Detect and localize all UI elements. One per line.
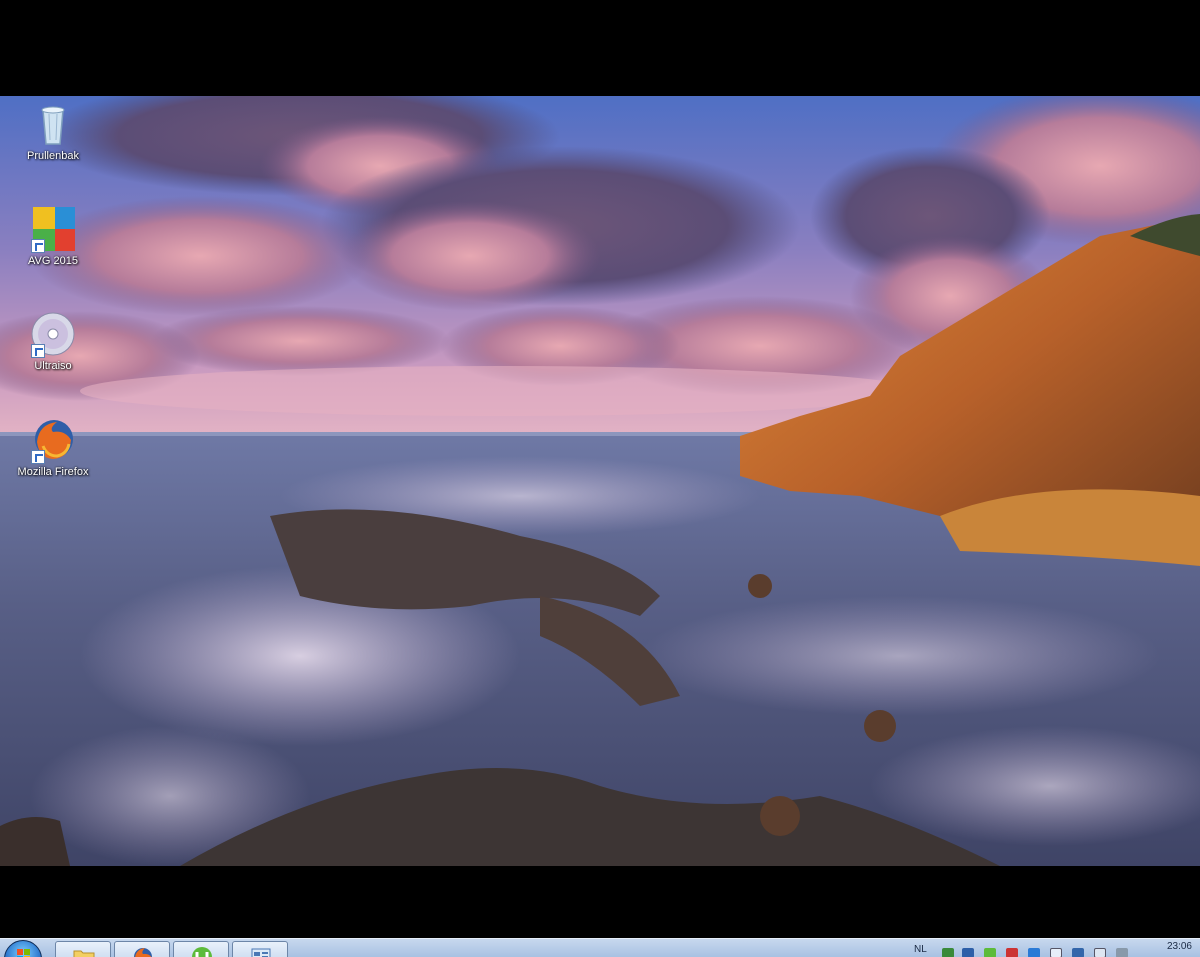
disc-icon — [29, 310, 77, 358]
taskbar-firefox-button[interactable] — [114, 941, 170, 957]
tray-display-icon[interactable] — [1094, 948, 1106, 957]
desktop-icon-ultraiso[interactable]: Ultraiso — [8, 310, 98, 372]
start-button[interactable] — [4, 940, 42, 957]
system-tray: NL 23:06 — [900, 939, 1200, 957]
desktop-icon-recycle-bin[interactable]: Prullenbak — [8, 100, 98, 162]
desktop-wallpaper[interactable] — [0, 96, 1200, 866]
folder-icon — [73, 950, 95, 957]
tray-network-icon[interactable] — [1028, 948, 1040, 957]
desktop-icon-label: Mozilla Firefox — [17, 466, 89, 478]
shortcut-arrow-icon — [31, 344, 45, 358]
wallpaper-image — [0, 96, 1200, 866]
taskbar-control-panel-button[interactable] — [232, 941, 288, 957]
tray-monitor-icon[interactable] — [1072, 948, 1084, 957]
control-panel-icon — [251, 948, 271, 957]
volume-icon[interactable] — [1116, 948, 1128, 957]
desktop-icon-firefox[interactable]: Mozilla Firefox — [8, 416, 98, 478]
letterbox-top — [0, 0, 1200, 96]
taskbar: NL 23:06 — [0, 938, 1200, 957]
recycle-bin-icon — [29, 100, 77, 148]
tray-nvidia-icon[interactable] — [942, 948, 954, 957]
language-indicator[interactable]: NL — [914, 944, 927, 955]
utorrent-icon — [192, 947, 212, 957]
taskbar-utorrent-button[interactable] — [173, 941, 229, 957]
desktop-icon-label: AVG 2015 — [28, 255, 78, 267]
tray-utorrent-icon[interactable] — [984, 948, 996, 957]
shortcut-arrow-icon — [31, 239, 45, 253]
firefox-icon — [134, 948, 152, 957]
desktop-icon-label: Prullenbak — [27, 150, 79, 162]
firefox-icon — [29, 416, 77, 464]
taskbar-explorer-button[interactable] — [55, 941, 111, 957]
tray-app-icon[interactable] — [1006, 948, 1018, 957]
avg-icon — [29, 205, 77, 253]
clock[interactable]: 23:06 — [1167, 941, 1192, 952]
letterbox-bottom — [0, 866, 1200, 938]
windows-logo-icon — [17, 949, 30, 957]
tray-avg-icon[interactable] — [962, 948, 974, 957]
shortcut-arrow-icon — [31, 450, 45, 464]
desktop-icon-label: Ultraiso — [34, 360, 72, 372]
tray-flag-icon[interactable] — [1050, 948, 1062, 957]
desktop-icon-avg[interactable]: AVG 2015 — [8, 205, 98, 267]
